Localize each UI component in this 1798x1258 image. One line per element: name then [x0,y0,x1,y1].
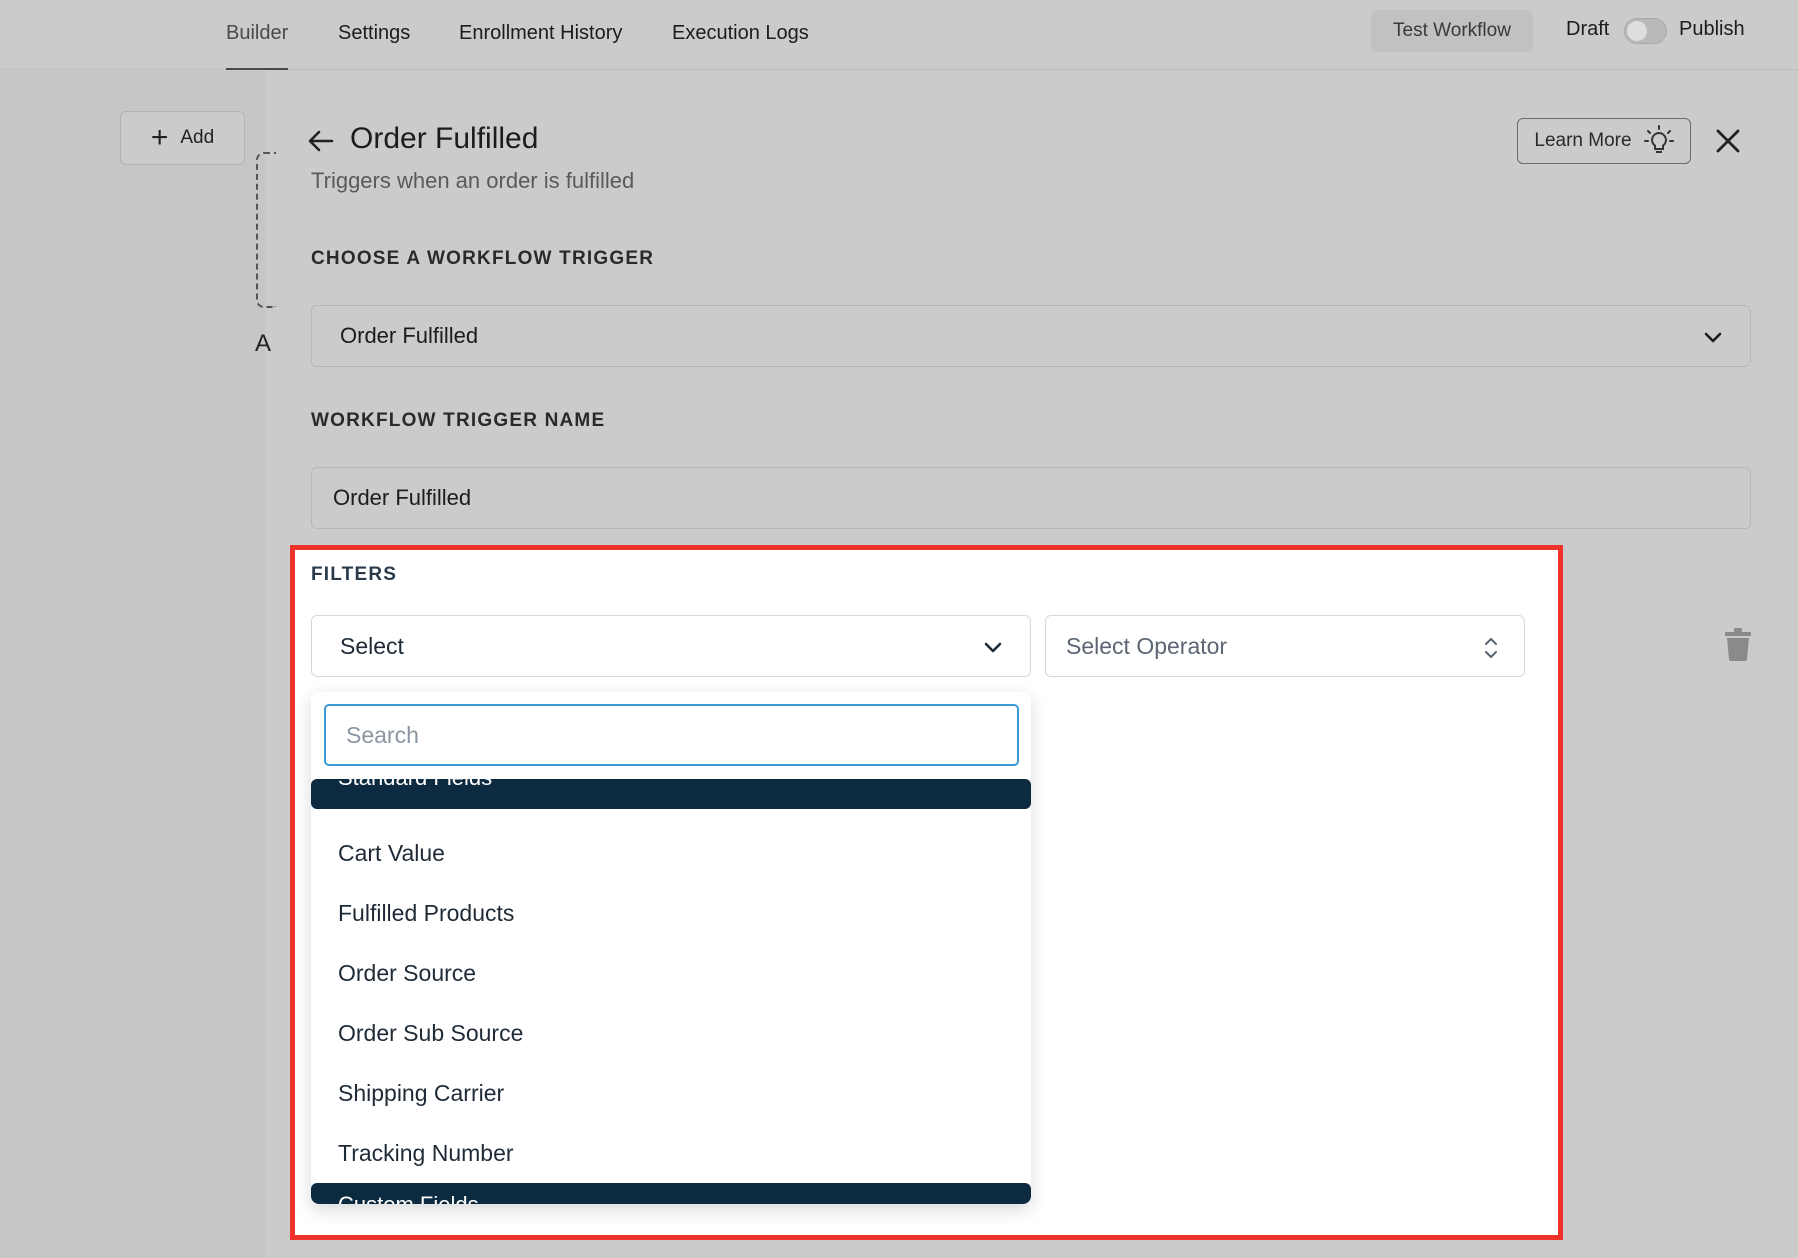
tab-execution-logs[interactable]: Execution Logs [672,22,809,70]
sort-updown-icon [1485,638,1497,658]
filter-operator-select[interactable]: Select Operator [1045,615,1525,677]
trigger-section-label: CHOOSE A WORKFLOW TRIGGER [311,248,655,269]
plus-icon: + [150,121,169,154]
tab-builder[interactable]: Builder [226,22,289,70]
option-cart-value[interactable]: Cart Value [338,840,445,867]
close-icon[interactable] [1714,127,1742,155]
group-header-custom: Custom Fields [311,1183,1031,1204]
panel-title: Order Fulfilled [350,122,539,155]
tab-settings[interactable]: Settings [338,22,410,70]
group-standard-label: Standard Fields [338,779,1031,791]
canvas-truncated-label: A [255,330,272,357]
chevron-down-icon [1704,332,1722,343]
operator-placeholder: Select Operator [1066,632,1228,659]
filter-field-select[interactable]: Select [311,615,1031,677]
trigger-name-input[interactable]: Order Fulfilled [311,467,1751,529]
test-workflow-button[interactable]: Test Workflow [1371,10,1533,52]
filters-label: FILTERS [311,564,398,585]
draft-label: Draft [1566,18,1610,40]
publish-toggle[interactable] [1624,18,1667,44]
group-custom-label: Custom Fields [338,1192,1031,1204]
lightbulb-icon [1643,125,1674,153]
trigger-name-value: Order Fulfilled [333,485,472,510]
option-order-source[interactable]: Order Source [338,960,476,987]
trigger-node-placeholder[interactable] [256,152,276,308]
trigger-select-value: Order Fulfilled [340,323,479,348]
option-shipping-carrier[interactable]: Shipping Carrier [338,1080,504,1107]
publish-label: Publish [1679,18,1745,40]
chevron-down-icon [984,642,1002,653]
back-arrow-icon[interactable] [306,126,336,156]
add-trigger-button[interactable]: + Add [120,111,245,165]
field-dropdown: Standard Fields Cart Value Fulfilled Pro… [311,692,1031,1204]
filter-field-value: Select [340,632,404,659]
trash-icon[interactable] [1724,627,1752,661]
option-fulfilled-products[interactable]: Fulfilled Products [338,900,514,927]
learn-more-label: Learn More [1534,130,1632,151]
group-header-standard: Standard Fields [311,779,1031,809]
name-section-label: WORKFLOW TRIGGER NAME [311,410,606,431]
option-tracking-number[interactable]: Tracking Number [338,1140,514,1167]
option-order-sub-source[interactable]: Order Sub Source [338,1020,523,1047]
trigger-select[interactable]: Order Fulfilled [311,305,1751,367]
tab-enrollment-history[interactable]: Enrollment History [459,22,622,70]
dropdown-search-input[interactable] [324,704,1019,766]
add-label: Add [180,127,215,148]
toggle-knob [1627,21,1647,41]
learn-more-button[interactable]: Learn More [1517,118,1691,164]
workflow-canvas [0,71,265,1258]
top-nav: Builder Settings Enrollment History Exec… [0,0,1798,70]
panel-subtitle: Triggers when an order is fulfilled [311,168,635,193]
